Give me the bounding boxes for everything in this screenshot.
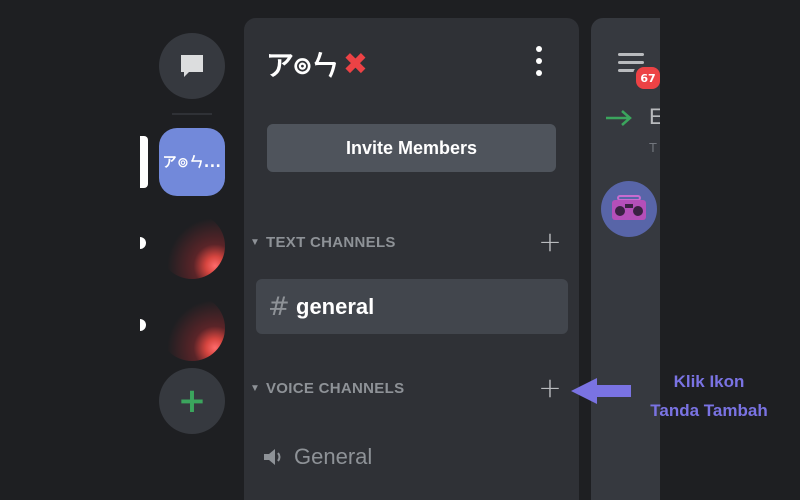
channel-sidebar <box>244 18 579 500</box>
direct-messages-button[interactable] <box>159 33 225 99</box>
annotation-line: Tanda Tambah <box>650 401 768 420</box>
boombox-icon <box>612 195 646 220</box>
channel-title-partial: E <box>649 104 660 129</box>
unread-indicator <box>140 319 146 331</box>
chevron-down-icon: ▼ <box>250 236 261 248</box>
notification-badge: 67 <box>633 64 660 92</box>
server-icon-active[interactable]: ア⊚ㄣ... <box>159 128 225 196</box>
category-label: TEXT CHANNELS <box>266 233 396 251</box>
annotation-text: Klik Ikon Tanda Tambah <box>634 367 784 425</box>
category-text-channels[interactable]: ▼ TEXT CHANNELS <box>250 230 570 254</box>
channel-name: General <box>294 444 373 469</box>
channel-item-general[interactable]: # general <box>256 279 568 334</box>
speaker-icon <box>264 449 281 465</box>
category-voice-channels[interactable]: ▼ VOICE CHANNELS <box>250 376 570 400</box>
annotation-line: Klik Ikon <box>673 372 745 391</box>
add-server-button[interactable]: + <box>159 368 225 434</box>
annotation-arrow <box>571 378 631 404</box>
category-label: VOICE CHANNELS <box>266 379 405 397</box>
channel-name: general <box>296 293 375 319</box>
arrow-right-icon <box>606 110 632 126</box>
plus-icon: + <box>177 381 207 421</box>
server-icon-blurred[interactable] <box>159 213 225 279</box>
add-text-channel-button[interactable]: + <box>537 228 563 256</box>
avatar[interactable] <box>601 181 657 237</box>
voice-channel-general[interactable]: General <box>262 440 372 474</box>
unread-indicator <box>140 237 146 249</box>
chat-panel: 67 E T <box>591 18 660 500</box>
server-name[interactable]: ア⊚ㄣ ✖ <box>266 44 368 84</box>
rail-separator <box>172 113 212 115</box>
server-name-text: ア⊚ㄣ <box>266 49 339 82</box>
more-options-icon[interactable] <box>530 46 548 76</box>
chat-bubble-icon <box>181 55 203 77</box>
active-server-indicator <box>140 136 148 188</box>
hash-icon: # <box>268 291 290 322</box>
channel-subtitle-partial: T <box>649 140 657 155</box>
server-icon-blurred[interactable] <box>159 295 225 361</box>
invite-members-button[interactable]: Invite Members <box>267 124 556 172</box>
cross-mark-icon: ✖ <box>342 46 368 82</box>
server-abbrev: ア⊚ㄣ... <box>162 155 222 171</box>
add-voice-channel-button[interactable]: + <box>537 374 563 402</box>
chevron-down-icon: ▼ <box>250 382 261 394</box>
